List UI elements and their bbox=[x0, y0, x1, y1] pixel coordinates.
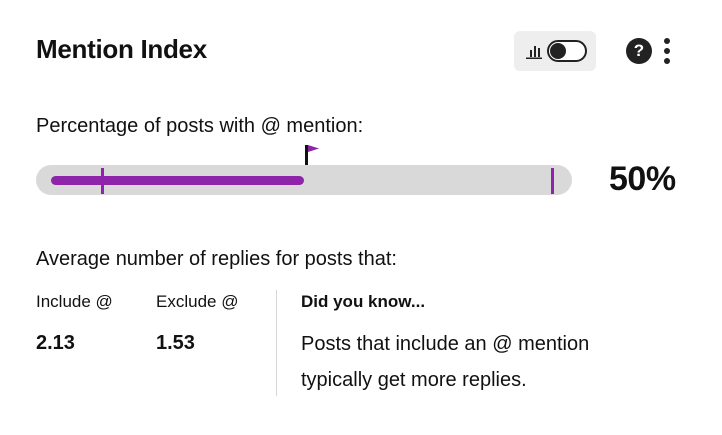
did-you-know-line-2: typically get more replies. bbox=[301, 369, 527, 391]
range-tick-low bbox=[101, 168, 105, 194]
toggle-knob bbox=[550, 43, 566, 59]
exclude-label: Exclude @ bbox=[156, 292, 239, 311]
include-value: 2.13 bbox=[36, 332, 75, 354]
replies-label: Average number of replies for posts that… bbox=[36, 248, 397, 270]
range-tick-high bbox=[550, 168, 554, 194]
percentage-track bbox=[36, 165, 572, 195]
more-vertical-icon[interactable] bbox=[663, 38, 671, 64]
exclude-value: 1.53 bbox=[156, 332, 195, 354]
bar-chart-icon bbox=[526, 46, 542, 59]
did-you-know-title: Did you know... bbox=[301, 292, 426, 311]
chart-view-toggle[interactable] bbox=[514, 31, 596, 71]
column-divider bbox=[276, 290, 277, 396]
toggle-switch-icon[interactable] bbox=[547, 40, 587, 62]
help-icon[interactable]: ? bbox=[626, 38, 652, 64]
did-you-know-text: Posts that include an @ mention typicall… bbox=[301, 326, 661, 398]
did-you-know-line-1: Posts that include an @ mention bbox=[301, 333, 590, 355]
percentage-value: 50% bbox=[609, 160, 676, 198]
percentage-fill bbox=[51, 176, 304, 185]
percentage-label: Percentage of posts with @ mention: bbox=[36, 115, 364, 137]
page-title: Mention Index bbox=[36, 34, 207, 64]
flag-icon bbox=[305, 145, 319, 165]
include-label: Include @ bbox=[36, 292, 113, 311]
